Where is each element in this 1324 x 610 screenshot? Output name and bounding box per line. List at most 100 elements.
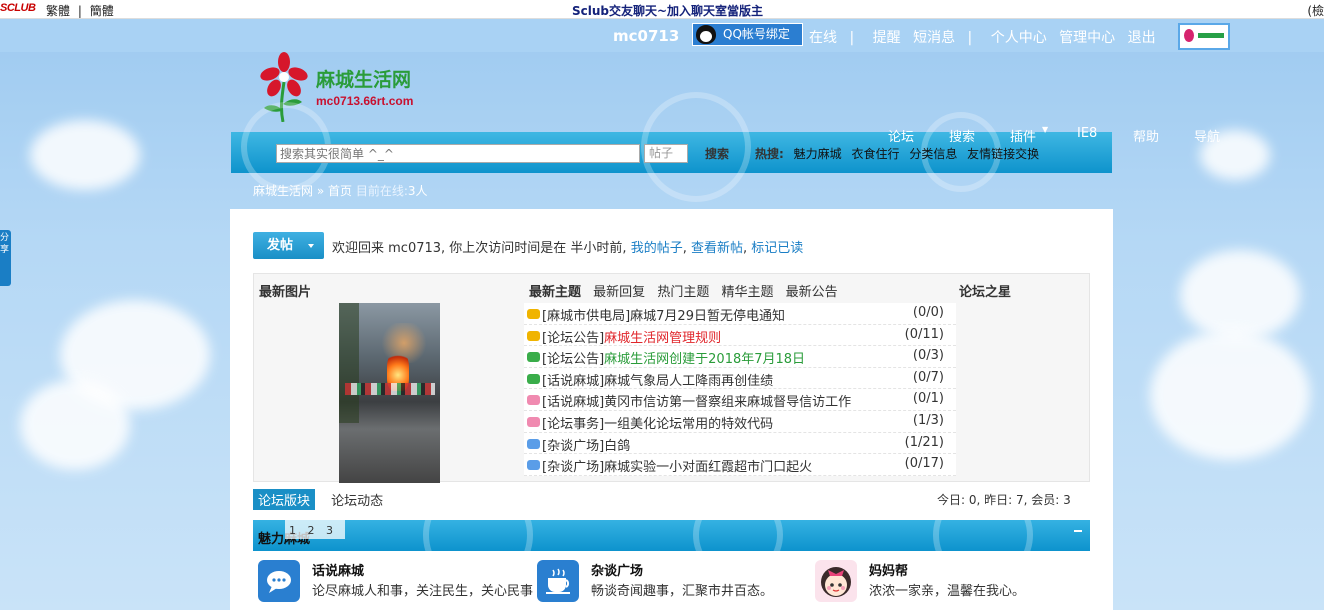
thread-reply-count: (0/7) [912, 369, 944, 385]
thread-row[interactable]: [论坛事务]一组美化论坛常用的特效代码 (1/3) [524, 411, 956, 433]
thread-list: [麻城市供电局]麻城7月29日暂无停电通知 (0/0) [论坛公告]麻城生活网管理规… [524, 303, 956, 476]
thread-row[interactable]: [话说麻城]麻城气象局人工降雨再创佳绩 (0/7) [524, 368, 956, 390]
breadcrumb-home-link[interactable]: 首页 [328, 184, 352, 198]
cloud-decoration [20, 380, 130, 470]
thread-title: 黄冈市信访第一督察组来麻城督导信访工作 [604, 395, 852, 411]
forum-name[interactable]: 妈妈帮 [869, 560, 908, 579]
nav-search[interactable]: 搜索 [949, 126, 975, 145]
nav-help[interactable]: 帮助 [1133, 126, 1159, 145]
sms-link[interactable]: 短消息 [913, 30, 955, 46]
thread-type-icon [527, 373, 540, 384]
thread-title-link[interactable]: [麻城市供电局]麻城7月29日暂无停电通知 [542, 305, 785, 324]
girl-face-icon [815, 560, 857, 602]
thread-row[interactable]: [杂谈广场]麻城实验一小对面红霞超市门口起火 (0/17) [524, 454, 956, 476]
forum-card[interactable]: 妈妈帮 浓浓一家亲，温馨在我心。 [815, 558, 1035, 606]
thread-title-link[interactable]: [话说麻城]麻城气象局人工降雨再创佳绩 [542, 370, 773, 389]
hot-link[interactable]: 衣食住行 [851, 147, 899, 161]
sclub-logo[interactable]: SCLUB [0, 2, 36, 14]
nav-forum[interactable]: 论坛 [888, 126, 914, 145]
page-link[interactable]: 2 [308, 524, 315, 537]
lang-traditional-link[interactable]: 繁體 [46, 4, 70, 18]
lang-simplified-link[interactable]: 簡體 [90, 4, 114, 18]
tab-latest-replies[interactable]: 最新回复 [593, 285, 645, 300]
thread-title-link[interactable]: [论坛公告]麻城生活网管理规则 [542, 327, 721, 346]
girl-face-icon-graphic [821, 567, 851, 597]
page-link[interactable]: 1 [289, 524, 296, 537]
username-link[interactable]: mc0713 [613, 27, 679, 45]
admin-center-link[interactable]: 管理中心 [1059, 30, 1115, 46]
hot-search-label: 热搜: [755, 147, 784, 161]
thread-prefix: [杂谈广场] [542, 438, 605, 454]
qq-bind-button[interactable]: QQ帐号绑定 [692, 23, 803, 46]
thread-type-icon [527, 352, 540, 363]
forum-card[interactable]: 话说麻城 论尽麻城人和事，关注民生，关心民事 [258, 558, 533, 606]
nav-plugins[interactable]: 插件 ▼ [1010, 125, 1048, 145]
search-type-select[interactable]: 帖子 [644, 144, 688, 163]
thread-row[interactable]: [论坛公告]麻城生活网管理规则 (0/11) [524, 325, 956, 347]
page-link[interactable]: 3 [326, 524, 333, 537]
thread-type-icon [527, 330, 540, 341]
nav-ie8[interactable]: IE8 [1077, 126, 1097, 141]
welcome-comma: , [743, 241, 748, 256]
mark-read-link[interactable]: 标记已读 [751, 241, 803, 256]
lower-tabs: 论坛版块 论坛动态 [253, 489, 383, 510]
thread-prefix: [话说麻城] [542, 373, 605, 389]
new-post-button[interactable]: 发帖 [253, 232, 324, 259]
hot-link[interactable]: 友情链接交换 [967, 147, 1039, 161]
remind-link[interactable]: 提醒 [873, 30, 901, 46]
thread-row[interactable]: [论坛公告]麻城生活网创建于2018年7月18日 (0/3) [524, 346, 956, 368]
tab-hot-threads[interactable]: 热门主题 [657, 285, 709, 300]
thread-reply-count: (1/3) [912, 412, 944, 428]
thread-row[interactable]: [麻城市供电局]麻城7月29日暂无停电通知 (0/0) [524, 303, 956, 325]
thread-title: 麻城生活网创建于2018年7月18日 [604, 352, 806, 368]
search-input[interactable] [276, 144, 640, 163]
nav-guide[interactable]: 导航 [1194, 126, 1220, 145]
breadcrumb-site-link[interactable]: 麻城生活网 [253, 184, 313, 198]
thread-prefix: [麻城市供电局] [542, 309, 631, 324]
forum-description: 浓浓一家亲，温馨在我心。 [869, 584, 1026, 599]
thread-title: 麻城生活网管理规则 [604, 330, 722, 346]
thread-title-link[interactable]: [杂谈广场]白鸽 [542, 435, 630, 454]
category-header: 魅力麻城 1 2 3 [253, 520, 1090, 551]
share-side-tab[interactable]: 分享 [0, 230, 11, 286]
tab-forum-activity[interactable]: 论坛动态 [331, 494, 383, 509]
site-name: 麻城生活网 [316, 69, 412, 91]
thread-title: 白鸽 [604, 438, 631, 454]
hot-search: 热搜: 魅力麻城 衣食住行 分类信息 友情链接交换 [755, 145, 1045, 162]
forum-name[interactable]: 话说麻城 [312, 560, 364, 579]
thread-title-link[interactable]: [论坛公告]麻城生活网创建于2018年7月18日 [542, 348, 805, 367]
view-new-posts-link[interactable]: 查看新帖 [691, 241, 743, 256]
thread-title-link[interactable]: [话说麻城]黄冈市信访第一督察组来麻城督导信访工作 [542, 391, 851, 410]
thread-title-link[interactable]: [杂谈广场]麻城实验一小对面红霞超市门口起火 [542, 456, 812, 475]
tab-latest-threads[interactable]: 最新主题 [529, 285, 581, 300]
online-count: 3 [407, 184, 416, 198]
thread-prefix: [论坛事务] [542, 416, 605, 432]
search-button[interactable]: 搜索 [705, 145, 729, 162]
online-status-link[interactable]: 在线 [809, 30, 837, 46]
collapse-icon[interactable] [1074, 530, 1082, 532]
hot-link[interactable]: 魅力麻城 [794, 147, 842, 161]
thread-row[interactable]: [杂谈广场]白鸽 (1/21) [524, 433, 956, 455]
thread-row[interactable]: [话说麻城]黄冈市信访第一督察组来麻城督导信访工作 (0/1) [524, 389, 956, 411]
forum-name[interactable]: 杂谈广场 [591, 560, 643, 579]
tab-forum-boards[interactable]: 论坛版块 [253, 489, 316, 510]
tab-announcements[interactable]: 最新公告 [786, 285, 838, 300]
hot-link[interactable]: 分类信息 [909, 147, 957, 161]
latest-image-thumbnail[interactable] [339, 303, 440, 483]
thread-type-icon [527, 460, 540, 471]
tab-digest-threads[interactable]: 精华主题 [721, 285, 773, 300]
promo-headline-link[interactable]: Sclub交友聊天~加入聊天室當版主 [572, 2, 763, 19]
thread-title-link[interactable]: [论坛事务]一组美化论坛常用的特效代码 [542, 413, 773, 432]
forum-card[interactable]: 杂谈广场 畅谈奇闻趣事，汇聚市井百态。 [537, 558, 777, 606]
logout-link[interactable]: 退出 [1128, 30, 1156, 46]
coffee-cup-icon [537, 560, 579, 602]
top-right-text[interactable]: (檢 [1307, 2, 1324, 19]
profile-link[interactable]: 个人中心 [991, 30, 1047, 46]
site-badge-image[interactable] [1178, 23, 1230, 50]
thread-prefix: [论坛公告] [542, 330, 605, 346]
cloud-decoration [1180, 250, 1300, 340]
thread-prefix: [杂谈广场] [542, 460, 605, 476]
my-posts-link[interactable]: 我的帖子 [631, 241, 683, 256]
online-unit: 人 [415, 184, 428, 198]
ring-decoration [423, 520, 533, 551]
